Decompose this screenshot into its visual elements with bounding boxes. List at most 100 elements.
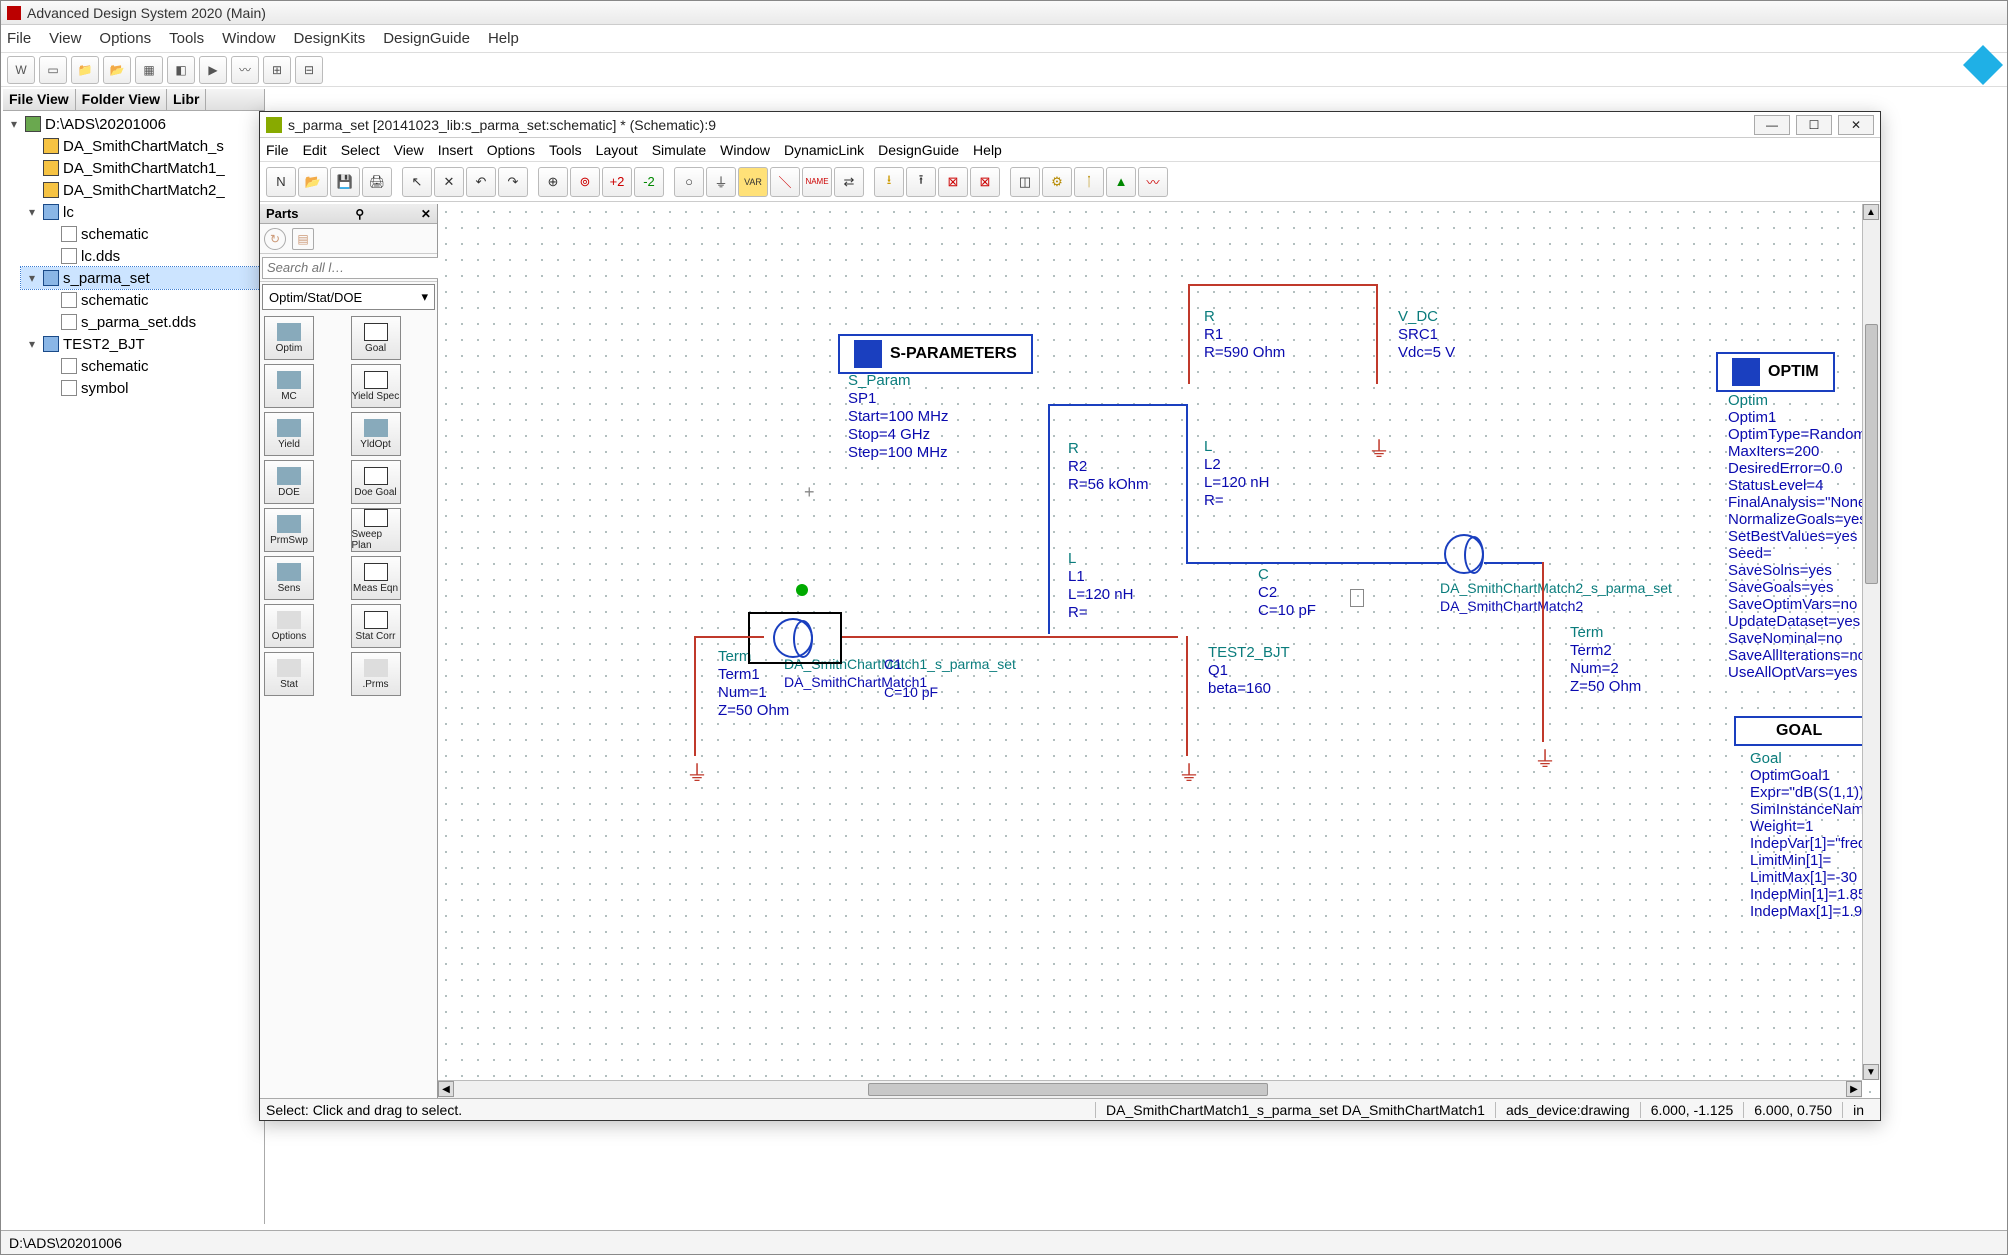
- sub-titlebar[interactable]: s_parma_set [20141023_lib:s_parma_set:sc…: [260, 112, 1880, 138]
- tab-lib[interactable]: Libr: [167, 89, 206, 110]
- deact1-button[interactable]: ⊠: [938, 167, 968, 197]
- tree-item[interactable]: s_parma_set.dds: [39, 311, 264, 333]
- tree-item[interactable]: schematic: [39, 355, 264, 377]
- toggle-icon[interactable]: ▾: [25, 205, 39, 219]
- tree-item[interactable]: schematic: [39, 289, 264, 311]
- tree-tabs[interactable]: File View Folder View Libr: [3, 89, 264, 111]
- pal-mc[interactable]: MC: [264, 364, 314, 408]
- smenu-file[interactable]: File: [266, 142, 289, 158]
- smenu-simulate[interactable]: Simulate: [652, 142, 706, 158]
- cursor-button[interactable]: ↖: [402, 167, 432, 197]
- print-button[interactable]: 🖨: [362, 167, 392, 197]
- pal-prmswp[interactable]: PrmSwp: [264, 508, 314, 552]
- libbrowser-icon[interactable]: ▤: [292, 228, 314, 250]
- scroll-left-icon[interactable]: ◀: [438, 1081, 454, 1097]
- redo-button[interactable]: ↷: [498, 167, 528, 197]
- vertical-scrollbar[interactable]: ▲ ▼: [1862, 204, 1880, 1080]
- pal-sweepplan[interactable]: Sweep Plan: [351, 508, 401, 552]
- tool-4[interactable]: 📂: [103, 56, 131, 84]
- plot-button[interactable]: 〰: [1138, 167, 1168, 197]
- tab-folderview[interactable]: Folder View: [76, 89, 167, 110]
- menu-tools[interactable]: Tools: [169, 30, 204, 47]
- tool-8[interactable]: 〰: [231, 56, 259, 84]
- smenu-insert[interactable]: Insert: [438, 142, 473, 158]
- open-button[interactable]: 📂: [298, 167, 328, 197]
- tree-item[interactable]: ▾s_parma_set: [21, 267, 264, 289]
- cfg-button[interactable]: ◫: [1010, 167, 1040, 197]
- rotate-button[interactable]: +2: [602, 167, 632, 197]
- pop-button[interactable]: ⭱: [906, 167, 936, 197]
- pal-options[interactable]: Options: [264, 604, 314, 648]
- wire-button[interactable]: ＼: [770, 167, 800, 197]
- scroll-down-icon[interactable]: ▼: [1863, 1064, 1879, 1080]
- gear-button[interactable]: ⚙: [1042, 167, 1072, 197]
- smenu-dynamiclink[interactable]: DynamicLink: [784, 142, 864, 158]
- pal-yieldspec[interactable]: Yield Spec: [351, 364, 401, 408]
- tree-item[interactable]: ▾TEST2_BJT: [21, 333, 264, 355]
- canvas-area[interactable]: S-PARAMETERS S_Param SP1 Start=100 MHz S…: [438, 204, 1880, 1098]
- pal-stat[interactable]: Stat: [264, 652, 314, 696]
- sub-menubar[interactable]: File Edit Select View Insert Options Too…: [260, 138, 1880, 162]
- goal-box[interactable]: GOAL: [1734, 716, 1864, 746]
- tool-10[interactable]: ⊟: [295, 56, 323, 84]
- menu-file[interactable]: File: [7, 30, 31, 47]
- tree-item[interactable]: lc.dds: [39, 245, 264, 267]
- toggle-icon[interactable]: ▾: [7, 117, 21, 131]
- pal-statcorr[interactable]: Stat Corr: [351, 604, 401, 648]
- menu-options[interactable]: Options: [99, 30, 151, 47]
- circle-button[interactable]: ○: [674, 167, 704, 197]
- pal-doegoal[interactable]: Doe Goal: [351, 460, 401, 504]
- scroll-up-icon[interactable]: ▲: [1863, 204, 1879, 220]
- zoom-button[interactable]: ⊕: [538, 167, 568, 197]
- search-input[interactable]: [262, 257, 450, 279]
- rotate2-button[interactable]: -2: [634, 167, 664, 197]
- menu-designguide[interactable]: DesignGuide: [383, 30, 470, 47]
- pal-yldopt[interactable]: YldOpt: [351, 412, 401, 456]
- smenu-tools[interactable]: Tools: [549, 142, 582, 158]
- parts-category-combo[interactable]: Optim/Stat/DOE ▾: [262, 284, 435, 310]
- tree[interactable]: ▾ D:\ADS\20201006 DA_SmithChartMatch_s D…: [3, 111, 264, 401]
- tool-6[interactable]: ◧: [167, 56, 195, 84]
- gnd-button[interactable]: ⏚: [706, 167, 736, 197]
- scroll-thumb[interactable]: [1865, 324, 1878, 584]
- toggle-icon[interactable]: ▾: [25, 271, 39, 285]
- tool-5[interactable]: ▦: [135, 56, 163, 84]
- var-button[interactable]: VAR: [738, 167, 768, 197]
- tool-3[interactable]: 📁: [71, 56, 99, 84]
- smenu-window[interactable]: Window: [720, 142, 770, 158]
- delete-button[interactable]: ✕: [434, 167, 464, 197]
- goup-button[interactable]: ▲: [1106, 167, 1136, 197]
- horizontal-scrollbar[interactable]: ◀ ▶: [438, 1080, 1862, 1098]
- tune-button[interactable]: ᛙ: [1074, 167, 1104, 197]
- tool-1[interactable]: W: [7, 56, 35, 84]
- tree-item[interactable]: ▾lc: [21, 201, 264, 223]
- tree-item[interactable]: symbol: [39, 377, 264, 399]
- pal-sens[interactable]: Sens: [264, 556, 314, 600]
- tree-item[interactable]: DA_SmithChartMatch1_: [21, 157, 264, 179]
- undo-button[interactable]: ↶: [466, 167, 496, 197]
- scroll-right-icon[interactable]: ▶: [1846, 1081, 1862, 1097]
- history-icon[interactable]: ↻: [264, 228, 286, 250]
- save-button[interactable]: 💾: [330, 167, 360, 197]
- close-button[interactable]: ✕: [1838, 115, 1874, 135]
- tree-item[interactable]: DA_SmithChartMatch2_: [21, 179, 264, 201]
- smenu-edit[interactable]: Edit: [303, 142, 327, 158]
- pal-measeqn[interactable]: Meas Eqn: [351, 556, 401, 600]
- zoomext-button[interactable]: ⊚: [570, 167, 600, 197]
- parts-pin-icon[interactable]: ⚲: [355, 207, 364, 221]
- smenu-layout[interactable]: Layout: [596, 142, 638, 158]
- scroll-thumb[interactable]: [868, 1083, 1268, 1096]
- optim-box[interactable]: OPTIM: [1716, 352, 1835, 392]
- push-button[interactable]: ⭳: [874, 167, 904, 197]
- toggle-icon[interactable]: ▾: [25, 337, 39, 351]
- menu-window[interactable]: Window: [222, 30, 275, 47]
- name-button[interactable]: NAME: [802, 167, 832, 197]
- smenu-help[interactable]: Help: [973, 142, 1002, 158]
- menu-designkits[interactable]: DesignKits: [294, 30, 366, 47]
- pal-yield[interactable]: Yield: [264, 412, 314, 456]
- menu-view[interactable]: View: [49, 30, 81, 47]
- smenu-options[interactable]: Options: [487, 142, 535, 158]
- smenu-designguide[interactable]: DesignGuide: [878, 142, 959, 158]
- parts-close-icon[interactable]: ✕: [421, 207, 431, 221]
- tool-9[interactable]: ⊞: [263, 56, 291, 84]
